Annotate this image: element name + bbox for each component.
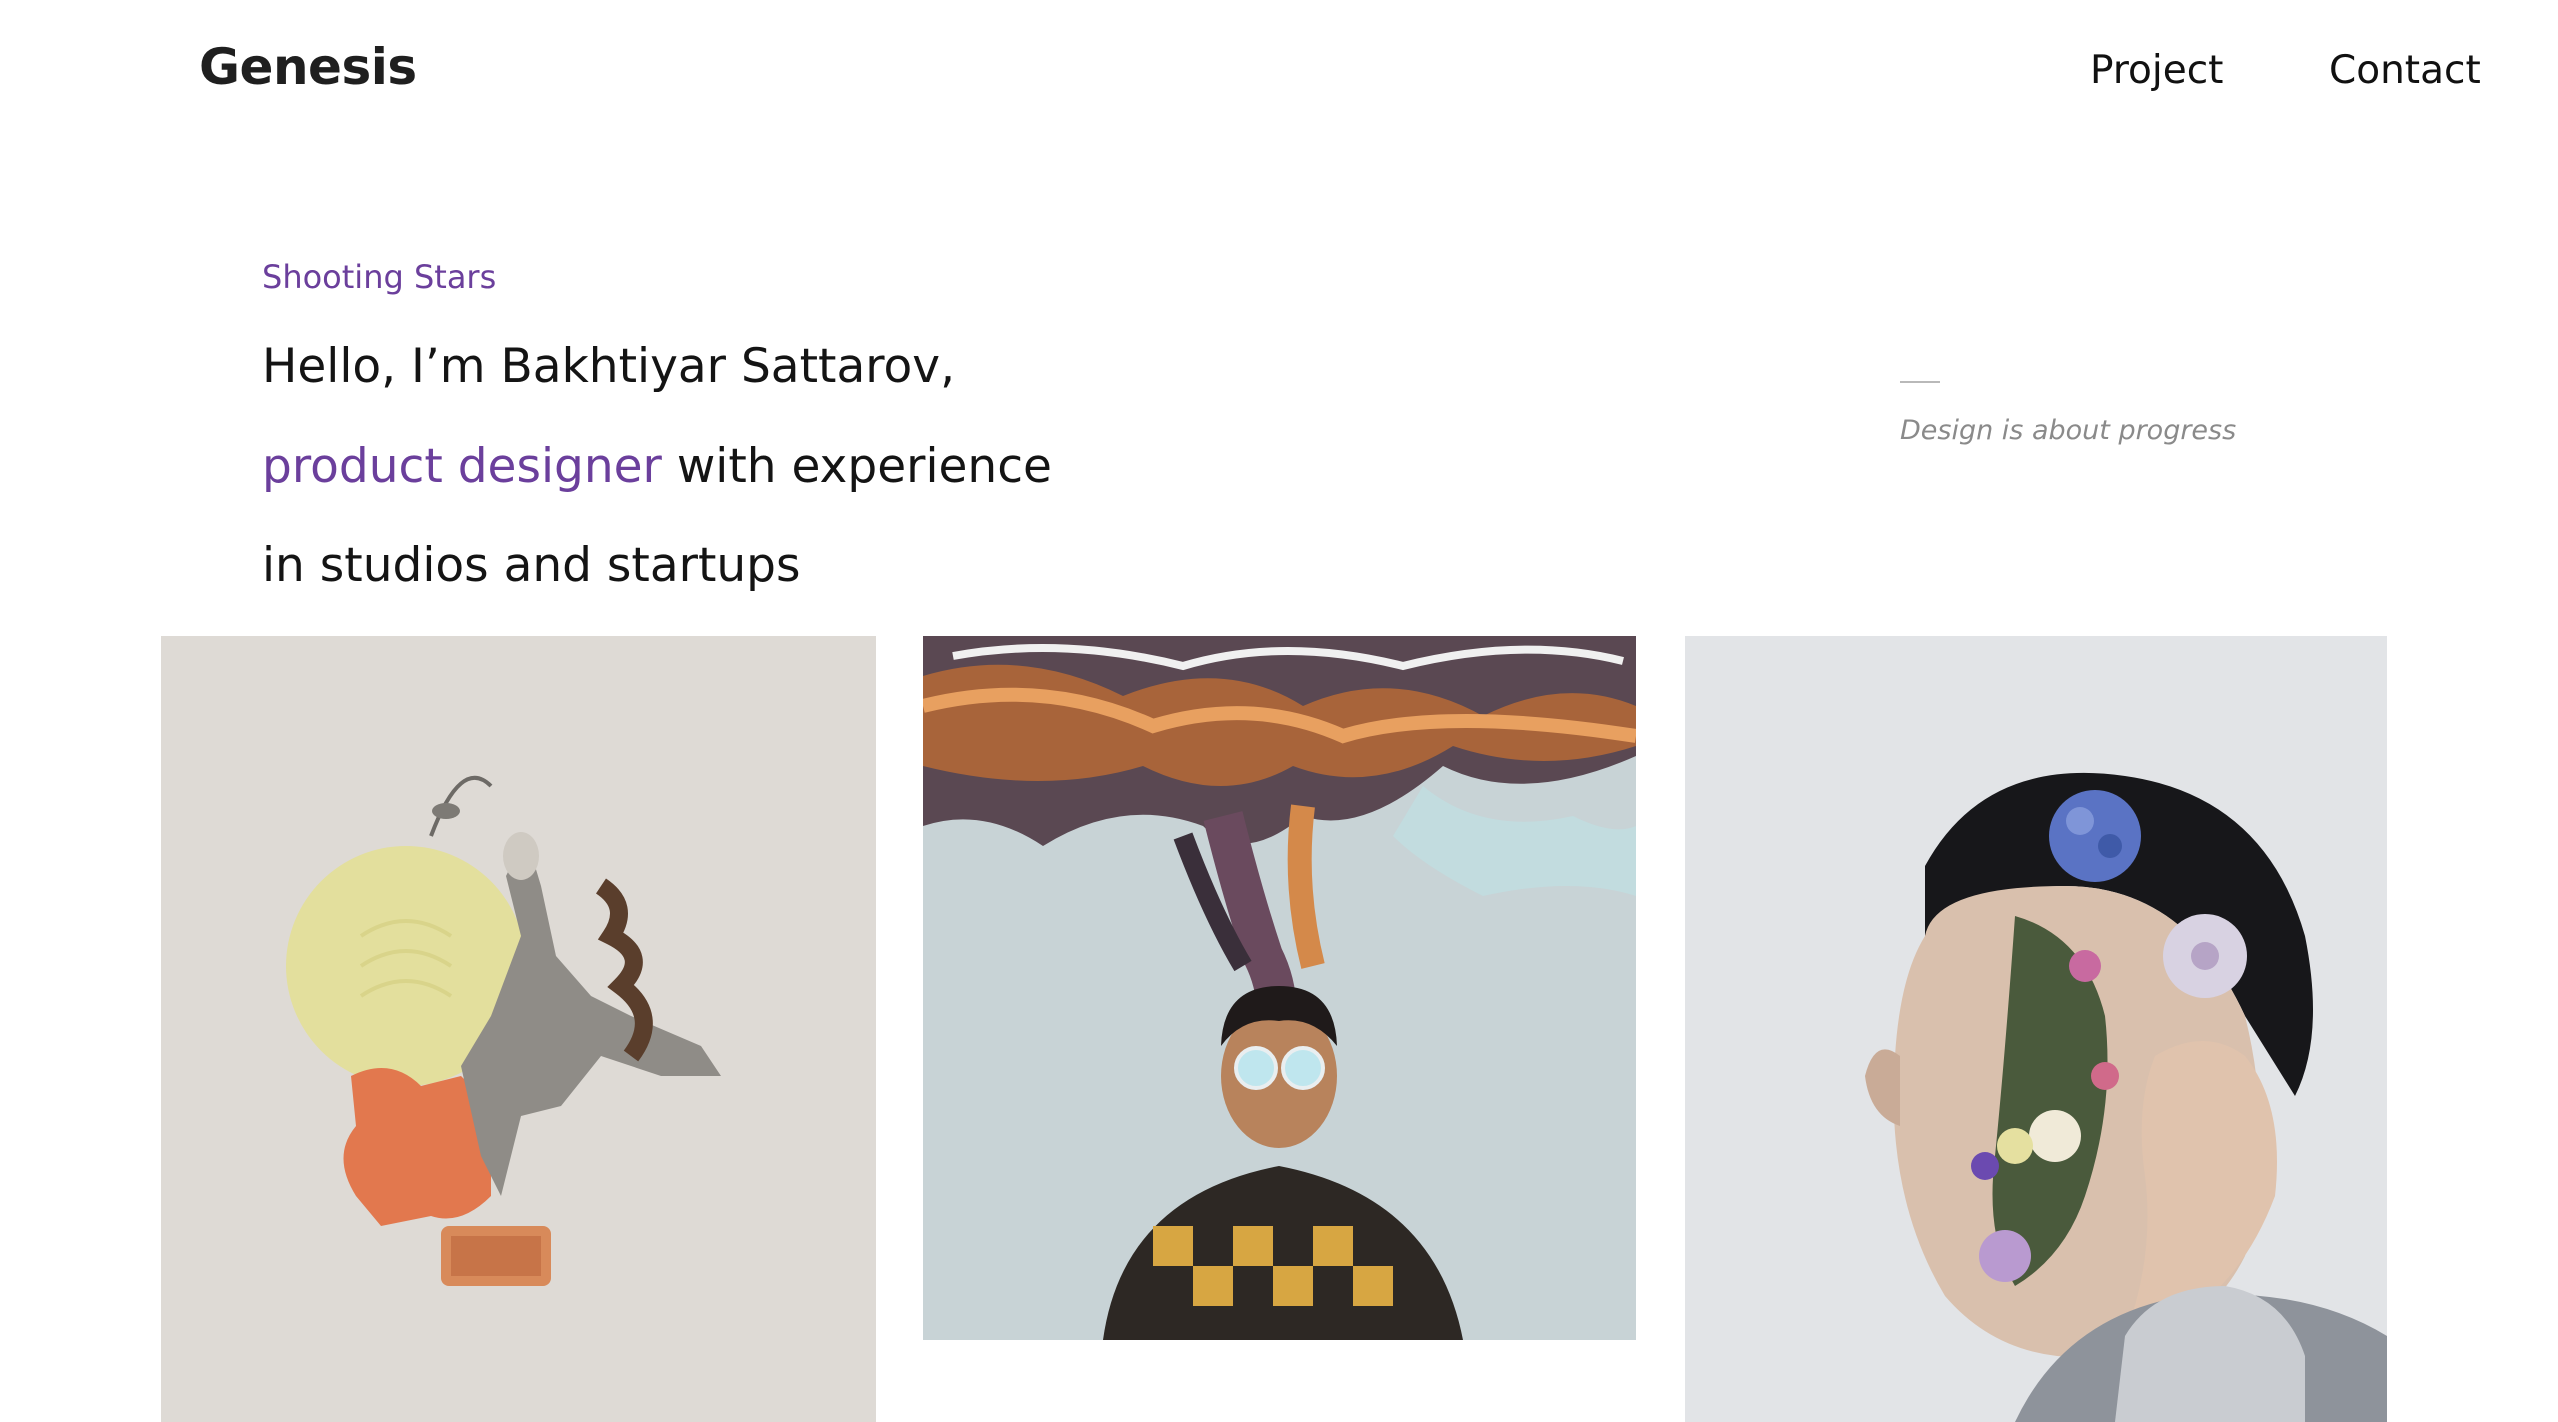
hero-heading-line-3: in studios and startups <box>262 538 801 593</box>
gallery-card-dancer[interactable] <box>161 636 876 1422</box>
page: Genesis Project Contact Shooting Stars H… <box>0 0 2558 1422</box>
tagline-quote: Design is about progress <box>1900 415 2237 446</box>
gallery-card-smoke[interactable] <box>923 636 1636 1340</box>
nav-contact-link[interactable]: Contact <box>2329 48 2481 93</box>
hero-eyebrow: Shooting Stars <box>262 258 497 296</box>
gallery-card-flowers[interactable] <box>1685 636 2387 1422</box>
hero-heading-line-1: Hello, I’m Bakhtiyar Sattarov, <box>262 339 956 394</box>
hero-accent-text: product designer <box>262 439 662 494</box>
flowers-portrait-image <box>1685 636 2387 1422</box>
logo[interactable]: Genesis <box>199 38 417 96</box>
quote-divider <box>1900 381 1940 383</box>
nav-project-link[interactable]: Project <box>2090 48 2223 93</box>
collage-dancer-image <box>161 636 876 1422</box>
hero-heading-line-2-rest: with experience <box>661 439 1052 494</box>
smoke-portrait-image <box>923 636 1636 1340</box>
hero-heading-line-2: product designer with experience <box>262 437 1052 497</box>
